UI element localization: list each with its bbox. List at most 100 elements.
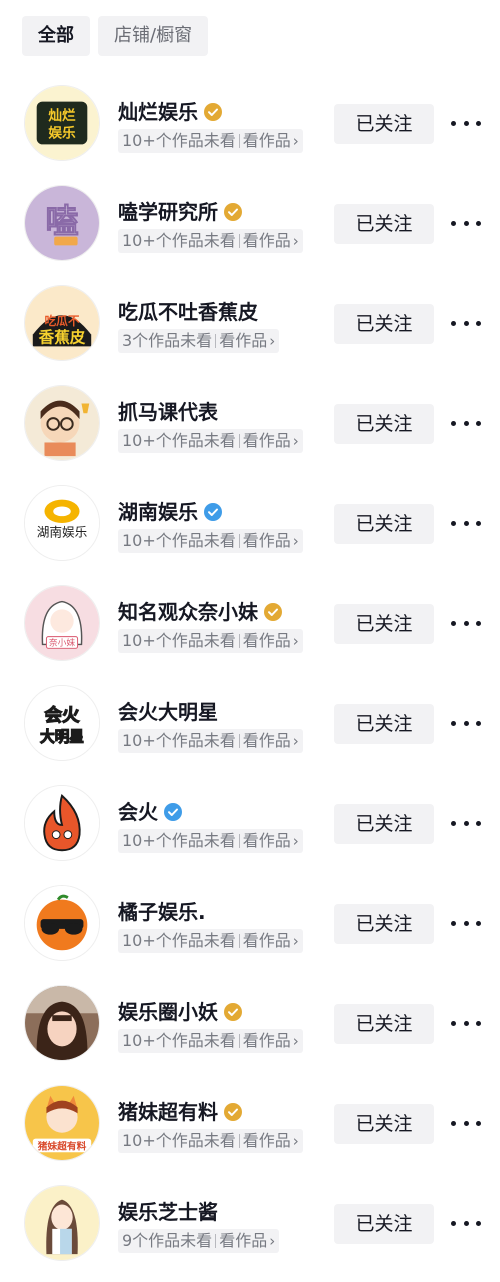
unwatched-works-chip[interactable]: 10+个作品未看 看作品 › (118, 629, 303, 653)
more-options-icon[interactable] (451, 1118, 481, 1128)
following-button[interactable]: 已关注 (334, 904, 434, 944)
account-name-line[interactable]: 猪妹超有料 (118, 1096, 242, 1125)
account-avatar[interactable]: 会火 大明星 (24, 685, 100, 761)
following-button[interactable]: 已关注 (334, 804, 434, 844)
account-name-line[interactable]: 娱乐芝士酱 (118, 1196, 218, 1225)
account-name[interactable]: 娱乐芝士酱 (118, 1196, 218, 1225)
unwatched-works-chip[interactable]: 10+个作品未看 看作品 › (118, 1129, 303, 1153)
account-row[interactable]: 娱乐圈小妖 10+个作品未看 看作品 › 已关注 (0, 982, 500, 1082)
account-name-line[interactable]: 会火大明星 (118, 696, 218, 725)
account-row[interactable]: 会火 大明星 会火大明星 10+个作品未看 看作品 › 已关注 (0, 682, 500, 782)
more-options-icon[interactable] (451, 318, 481, 328)
account-row[interactable]: 会火 10+个作品未看 看作品 › 已关注 (0, 782, 500, 882)
account-row[interactable]: 吃瓜不 香蕉皮 吃瓜不吐香蕉皮 3个作品未看 看作品 › 已关注 (0, 282, 500, 382)
following-button[interactable]: 已关注 (334, 1204, 434, 1244)
view-works-link[interactable]: 看作品 (243, 929, 291, 953)
view-works-link[interactable]: 看作品 (243, 629, 291, 653)
account-name[interactable]: 湖南娱乐 (118, 496, 198, 525)
account-name-line[interactable]: 娱乐圈小妖 (118, 996, 242, 1025)
following-button[interactable]: 已关注 (334, 604, 434, 644)
account-name-line[interactable]: 灿烂娱乐 (118, 96, 222, 125)
unwatched-works-chip[interactable]: 10+个作品未看 看作品 › (118, 729, 303, 753)
account-avatar[interactable] (24, 985, 100, 1061)
account-name[interactable]: 猪妹超有料 (118, 1096, 218, 1125)
more-options-icon[interactable] (451, 218, 481, 228)
account-avatar[interactable]: 湖南娱乐 (24, 485, 100, 561)
account-name[interactable]: 会火 (118, 796, 158, 825)
more-options-icon[interactable] (451, 718, 481, 728)
account-name-line[interactable]: 知名观众奈小妹 (118, 596, 282, 625)
unwatched-count: 10+个作品未看 (122, 231, 236, 250)
unwatched-works-chip[interactable]: 10+个作品未看 看作品 › (118, 929, 303, 953)
following-button[interactable]: 已关注 (334, 404, 434, 444)
view-works-link[interactable]: 看作品 (243, 829, 291, 853)
unwatched-works-chip[interactable]: 9个作品未看 看作品 › (118, 1229, 280, 1253)
more-options-icon[interactable] (451, 418, 481, 428)
account-name[interactable]: 娱乐圈小妖 (118, 996, 218, 1025)
account-row[interactable]: 橘子娱乐. 10+个作品未看 看作品 › 已关注 (0, 882, 500, 982)
account-name[interactable]: 抓马课代表 (118, 396, 218, 425)
view-works-link[interactable]: 看作品 (243, 229, 291, 253)
view-works-link[interactable]: 看作品 (219, 1229, 267, 1253)
unwatched-works-chip[interactable]: 10+个作品未看 看作品 › (118, 429, 303, 453)
account-avatar[interactable] (24, 385, 100, 461)
account-row[interactable]: 灿烂 娱乐 灿烂娱乐 10+个作品未看 看作品 › 已关注 (0, 82, 500, 182)
unwatched-works-chip[interactable]: 10+个作品未看 看作品 › (118, 1029, 303, 1053)
account-avatar[interactable] (24, 785, 100, 861)
more-options-icon[interactable] (451, 818, 481, 828)
account-avatar[interactable]: 嗑 (24, 185, 100, 261)
unwatched-works-chip[interactable]: 10+个作品未看 看作品 › (118, 129, 303, 153)
view-works-link[interactable]: 看作品 (243, 529, 291, 553)
account-row[interactable]: 嗑 嗑学研究所 10+个作品未看 看作品 › 已关注 (0, 182, 500, 282)
account-name[interactable]: 灿烂娱乐 (118, 96, 198, 125)
svg-text:香蕉皮: 香蕉皮 (39, 327, 86, 346)
account-name-line[interactable]: 抓马课代表 (118, 396, 218, 425)
tab-shop-window[interactable]: 店铺/橱窗 (98, 16, 209, 56)
more-options-icon[interactable] (451, 518, 481, 528)
unwatched-works-chip[interactable]: 3个作品未看 看作品 › (118, 329, 280, 353)
tab-all[interactable]: 全部 (22, 16, 90, 56)
account-name-line[interactable]: 会火 (118, 796, 182, 825)
account-avatar[interactable] (24, 885, 100, 961)
account-name-line[interactable]: 嗑学研究所 (118, 196, 242, 225)
account-avatar[interactable]: 猪妹超有料 (24, 1085, 100, 1161)
following-button[interactable]: 已关注 (334, 204, 434, 244)
following-button[interactable]: 已关注 (334, 504, 434, 544)
account-name-line[interactable]: 湖南娱乐 (118, 496, 222, 525)
account-avatar[interactable] (24, 1185, 100, 1261)
account-row[interactable]: 猪妹超有料 猪妹超有料 10+个作品未看 看作品 › 已关注 (0, 1082, 500, 1182)
account-name[interactable]: 橘子娱乐. (118, 896, 206, 925)
account-name-line[interactable]: 吃瓜不吐香蕉皮 (118, 296, 258, 325)
more-options-icon[interactable] (451, 118, 481, 128)
account-name-line[interactable]: 橘子娱乐. (118, 896, 206, 925)
view-works-link[interactable]: 看作品 (243, 129, 291, 153)
account-avatar[interactable]: 奈小妹 (24, 585, 100, 661)
following-button[interactable]: 已关注 (334, 1004, 434, 1044)
account-name[interactable]: 知名观众奈小妹 (118, 596, 258, 625)
account-name[interactable]: 嗑学研究所 (118, 196, 218, 225)
account-name[interactable]: 会火大明星 (118, 696, 218, 725)
more-options-icon[interactable] (451, 1218, 481, 1228)
account-name[interactable]: 吃瓜不吐香蕉皮 (118, 296, 258, 325)
unwatched-works-chip[interactable]: 10+个作品未看 看作品 › (118, 529, 303, 553)
unwatched-works-chip[interactable]: 10+个作品未看 看作品 › (118, 229, 303, 253)
view-works-link[interactable]: 看作品 (243, 729, 291, 753)
view-works-link[interactable]: 看作品 (243, 1129, 291, 1153)
following-button[interactable]: 已关注 (334, 104, 434, 144)
more-options-icon[interactable] (451, 1018, 481, 1028)
unwatched-works-chip[interactable]: 10+个作品未看 看作品 › (118, 829, 303, 853)
view-works-link[interactable]: 看作品 (243, 1029, 291, 1053)
view-works-link[interactable]: 看作品 (219, 329, 267, 353)
following-button[interactable]: 已关注 (334, 1104, 434, 1144)
account-avatar[interactable]: 灿烂 娱乐 (24, 85, 100, 161)
account-row[interactable]: 湖南娱乐 湖南娱乐 10+个作品未看 看作品 › 已关注 (0, 482, 500, 582)
account-row[interactable]: 娱乐芝士酱 9个作品未看 看作品 › 已关注 (0, 1182, 500, 1282)
account-row[interactable]: 抓马课代表 10+个作品未看 看作品 › 已关注 (0, 382, 500, 482)
following-button[interactable]: 已关注 (334, 304, 434, 344)
more-options-icon[interactable] (451, 918, 481, 928)
more-options-icon[interactable] (451, 618, 481, 628)
view-works-link[interactable]: 看作品 (243, 429, 291, 453)
account-row[interactable]: 奈小妹 知名观众奈小妹 10+个作品未看 看作品 › 已关注 (0, 582, 500, 682)
account-avatar[interactable]: 吃瓜不 香蕉皮 (24, 285, 100, 361)
following-button[interactable]: 已关注 (334, 704, 434, 744)
